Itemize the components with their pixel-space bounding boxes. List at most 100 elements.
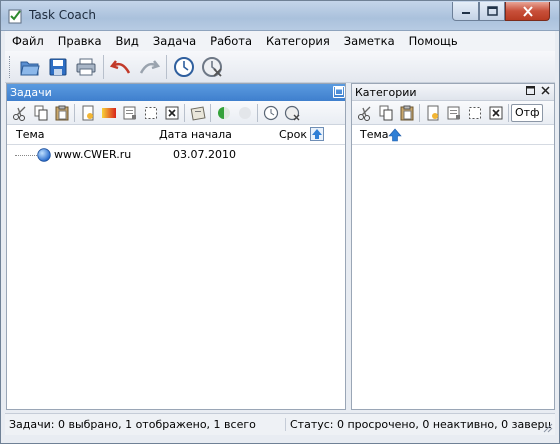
undo-icon <box>110 59 131 74</box>
title-bar[interactable]: Task Coach <box>1 1 559 31</box>
menu-task[interactable]: Задача <box>146 34 203 48</box>
maximize-icon <box>486 6 498 16</box>
categories-panel-header[interactable]: Категории <box>352 84 554 101</box>
color-icon <box>101 107 116 118</box>
select-all-button[interactable] <box>140 102 161 123</box>
panel-float-icon <box>335 87 343 95</box>
maximize-button[interactable] <box>479 2 505 21</box>
column-subject[interactable]: Тема <box>16 128 45 141</box>
resize-grip-icon[interactable] <box>543 423 553 433</box>
window-title: Task Coach <box>29 8 96 22</box>
stop-tracking-icon <box>202 56 222 77</box>
task-color-button[interactable] <box>98 102 119 123</box>
status-bar: Задачи: 0 выбрано, 1 отображено, 1 всего… <box>5 413 555 435</box>
categories-column-header: Тема <box>352 125 554 145</box>
category-select-all-button[interactable] <box>464 102 485 123</box>
redo-button[interactable] <box>135 53 163 81</box>
delete-category-button[interactable] <box>485 102 506 123</box>
delete-task-button[interactable] <box>161 102 182 123</box>
categories-panel-title: Категории <box>355 85 417 99</box>
tasks-column-header: Тема Дата начала Срок <box>7 125 345 145</box>
toolbar-separator <box>257 103 258 122</box>
tasks-panel-maximize-button[interactable] <box>333 86 345 98</box>
progress-icon <box>217 106 230 119</box>
category-copy-button[interactable] <box>375 102 396 123</box>
selection-icon <box>468 106 481 119</box>
cut-button[interactable] <box>9 102 30 123</box>
open-button[interactable] <box>16 53 44 81</box>
tree-connector <box>15 155 37 156</box>
sort-ascending-icon[interactable] <box>388 128 402 142</box>
start-tracking-button[interactable] <box>170 53 198 81</box>
toolbar-separator <box>74 103 75 122</box>
menu-edit[interactable]: Правка <box>51 34 109 48</box>
category-paste-button[interactable] <box>396 102 417 123</box>
categories-panel-maximize-button[interactable] <box>524 86 536 98</box>
toolbar-separator <box>508 103 509 122</box>
selection-icon <box>144 106 157 119</box>
toolbar-separator <box>103 54 104 79</box>
open-file-icon <box>20 61 40 75</box>
menu-help[interactable]: Помощь <box>402 34 465 48</box>
tasks-panel-header[interactable]: Задачи <box>7 84 345 101</box>
undo-button[interactable] <box>107 53 135 81</box>
print-button[interactable] <box>72 53 100 81</box>
close-icon <box>522 5 533 17</box>
toolbar-separator <box>419 103 420 122</box>
column-start-date[interactable]: Дата начала <box>159 128 232 141</box>
copy-button[interactable] <box>30 102 51 123</box>
task-status-icon <box>37 148 51 162</box>
paste-icon <box>400 105 413 120</box>
column-subject[interactable]: Тема <box>360 128 389 141</box>
menu-file[interactable]: Файл <box>5 34 51 48</box>
task-start-tracking-button[interactable] <box>260 102 281 123</box>
delete-icon <box>165 106 178 119</box>
new-category-icon <box>427 105 438 120</box>
category-cut-button[interactable] <box>354 102 375 123</box>
copy-icon <box>34 105 47 120</box>
edit-category-button[interactable] <box>443 102 464 123</box>
filter-choice-label: Отф <box>515 105 540 119</box>
edit-icon <box>447 106 460 119</box>
mark-completed-button[interactable] <box>213 102 234 123</box>
categories-panel-close-button[interactable] <box>539 86 551 98</box>
mark-inactive-button[interactable] <box>234 102 255 123</box>
edit-icon <box>123 106 136 119</box>
start-tracking-icon <box>174 56 194 77</box>
task-stop-tracking-button[interactable] <box>281 102 302 123</box>
stop-tracking-button[interactable] <box>198 53 226 81</box>
toolbar-grip[interactable] <box>9 55 12 78</box>
new-task-icon <box>82 105 93 120</box>
menu-view[interactable]: Вид <box>109 34 146 48</box>
task-coach-app-icon <box>8 9 22 24</box>
copy-icon <box>379 105 392 120</box>
categories-toolbar: Отф <box>352 101 554 125</box>
cut-icon <box>12 106 25 121</box>
inactive-icon <box>238 106 251 119</box>
paste-button[interactable] <box>51 102 72 123</box>
edit-task-button[interactable] <box>119 102 140 123</box>
column-due[interactable]: Срок <box>279 128 307 141</box>
sort-ascending-icon[interactable] <box>310 127 324 141</box>
menu-effort[interactable]: Работа <box>203 34 259 48</box>
minimize-icon <box>461 12 470 14</box>
close-button[interactable] <box>505 2 550 21</box>
filter-choice-button[interactable]: Отф <box>511 103 544 122</box>
new-category-button[interactable] <box>422 102 443 123</box>
minimize-button[interactable] <box>452 2 479 21</box>
tasks-toolbar <box>7 101 345 125</box>
menu-note[interactable]: Заметка <box>337 34 402 48</box>
save-button[interactable] <box>44 53 72 81</box>
redo-icon <box>139 59 160 74</box>
add-note-button[interactable] <box>187 102 208 123</box>
new-task-button[interactable] <box>77 102 98 123</box>
clock-icon <box>263 105 278 120</box>
table-row[interactable]: www.CWER.ru 03.07.2010 <box>7 145 345 165</box>
menu-bar: Файл Правка Вид Задача Работа Категория … <box>5 31 555 51</box>
app-window: Task Coach Файл Правка Вид Задача Работа… <box>0 0 560 444</box>
cut-icon <box>357 106 370 121</box>
stop-clock-icon <box>284 105 299 120</box>
toolbar-separator <box>210 103 211 122</box>
task-start-date: 03.07.2010 <box>173 148 236 161</box>
menu-category[interactable]: Категория <box>259 34 337 48</box>
